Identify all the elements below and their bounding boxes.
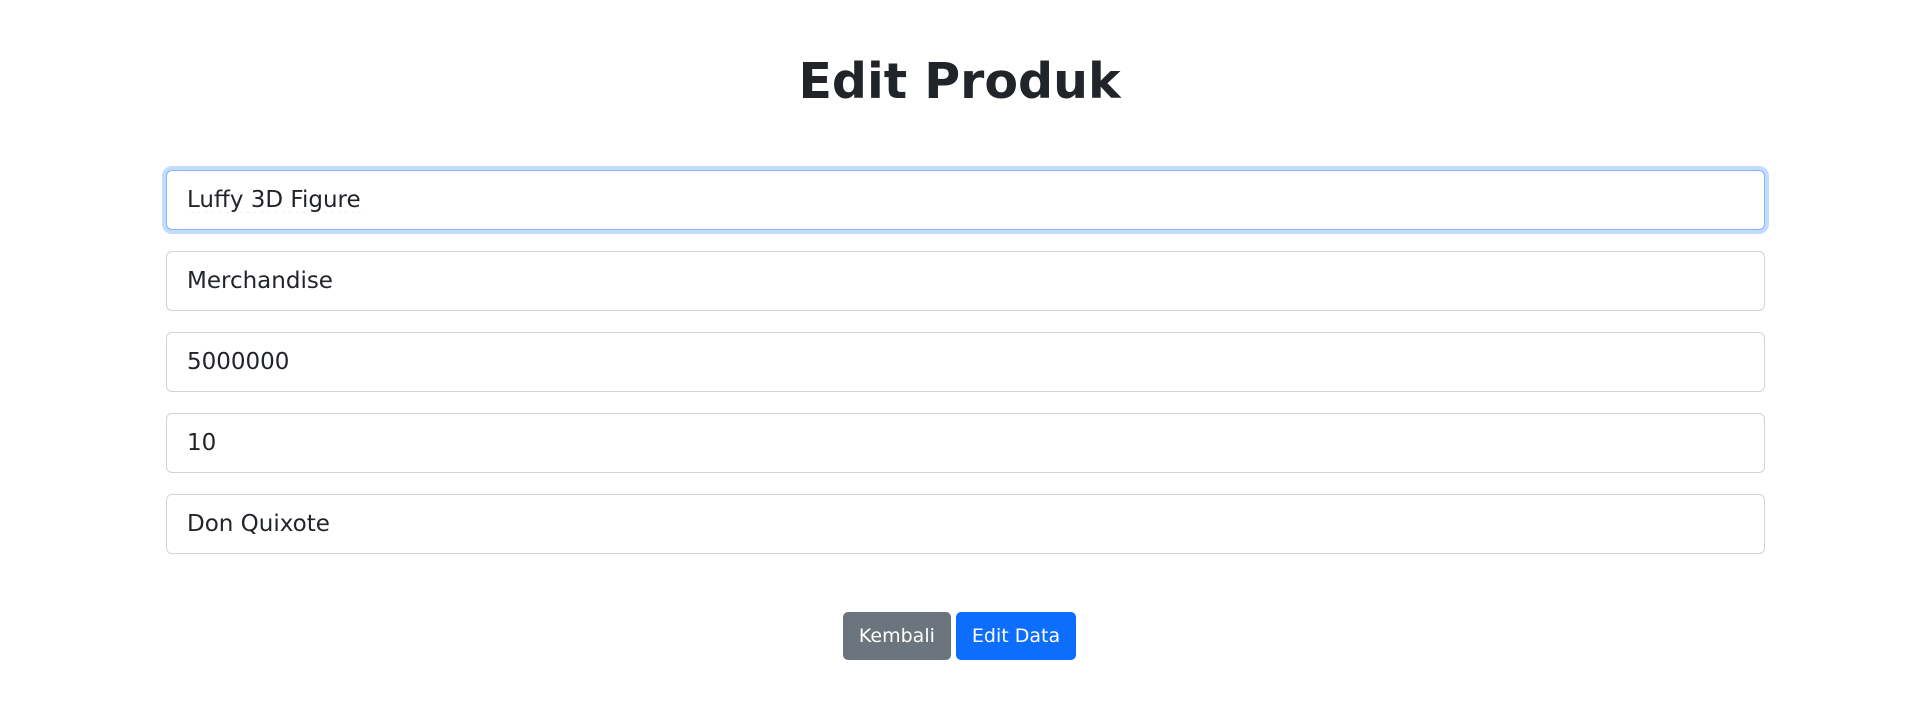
edit-product-form	[166, 170, 1765, 575]
page-title: Edit Produk	[798, 53, 1121, 110]
product-price-input[interactable]	[166, 332, 1765, 392]
product-category-input[interactable]	[166, 251, 1765, 311]
edit-data-button[interactable]: Edit Data	[955, 612, 1077, 660]
form-actions: Kembali Edit Data	[0, 612, 1919, 660]
back-button[interactable]: Kembali	[842, 612, 951, 660]
product-stock-input[interactable]	[166, 413, 1765, 473]
product-supplier-input[interactable]	[166, 494, 1765, 554]
edit-product-page: Edit Produk Kembali Edit Data	[0, 0, 1919, 716]
product-name-input[interactable]	[166, 170, 1765, 230]
